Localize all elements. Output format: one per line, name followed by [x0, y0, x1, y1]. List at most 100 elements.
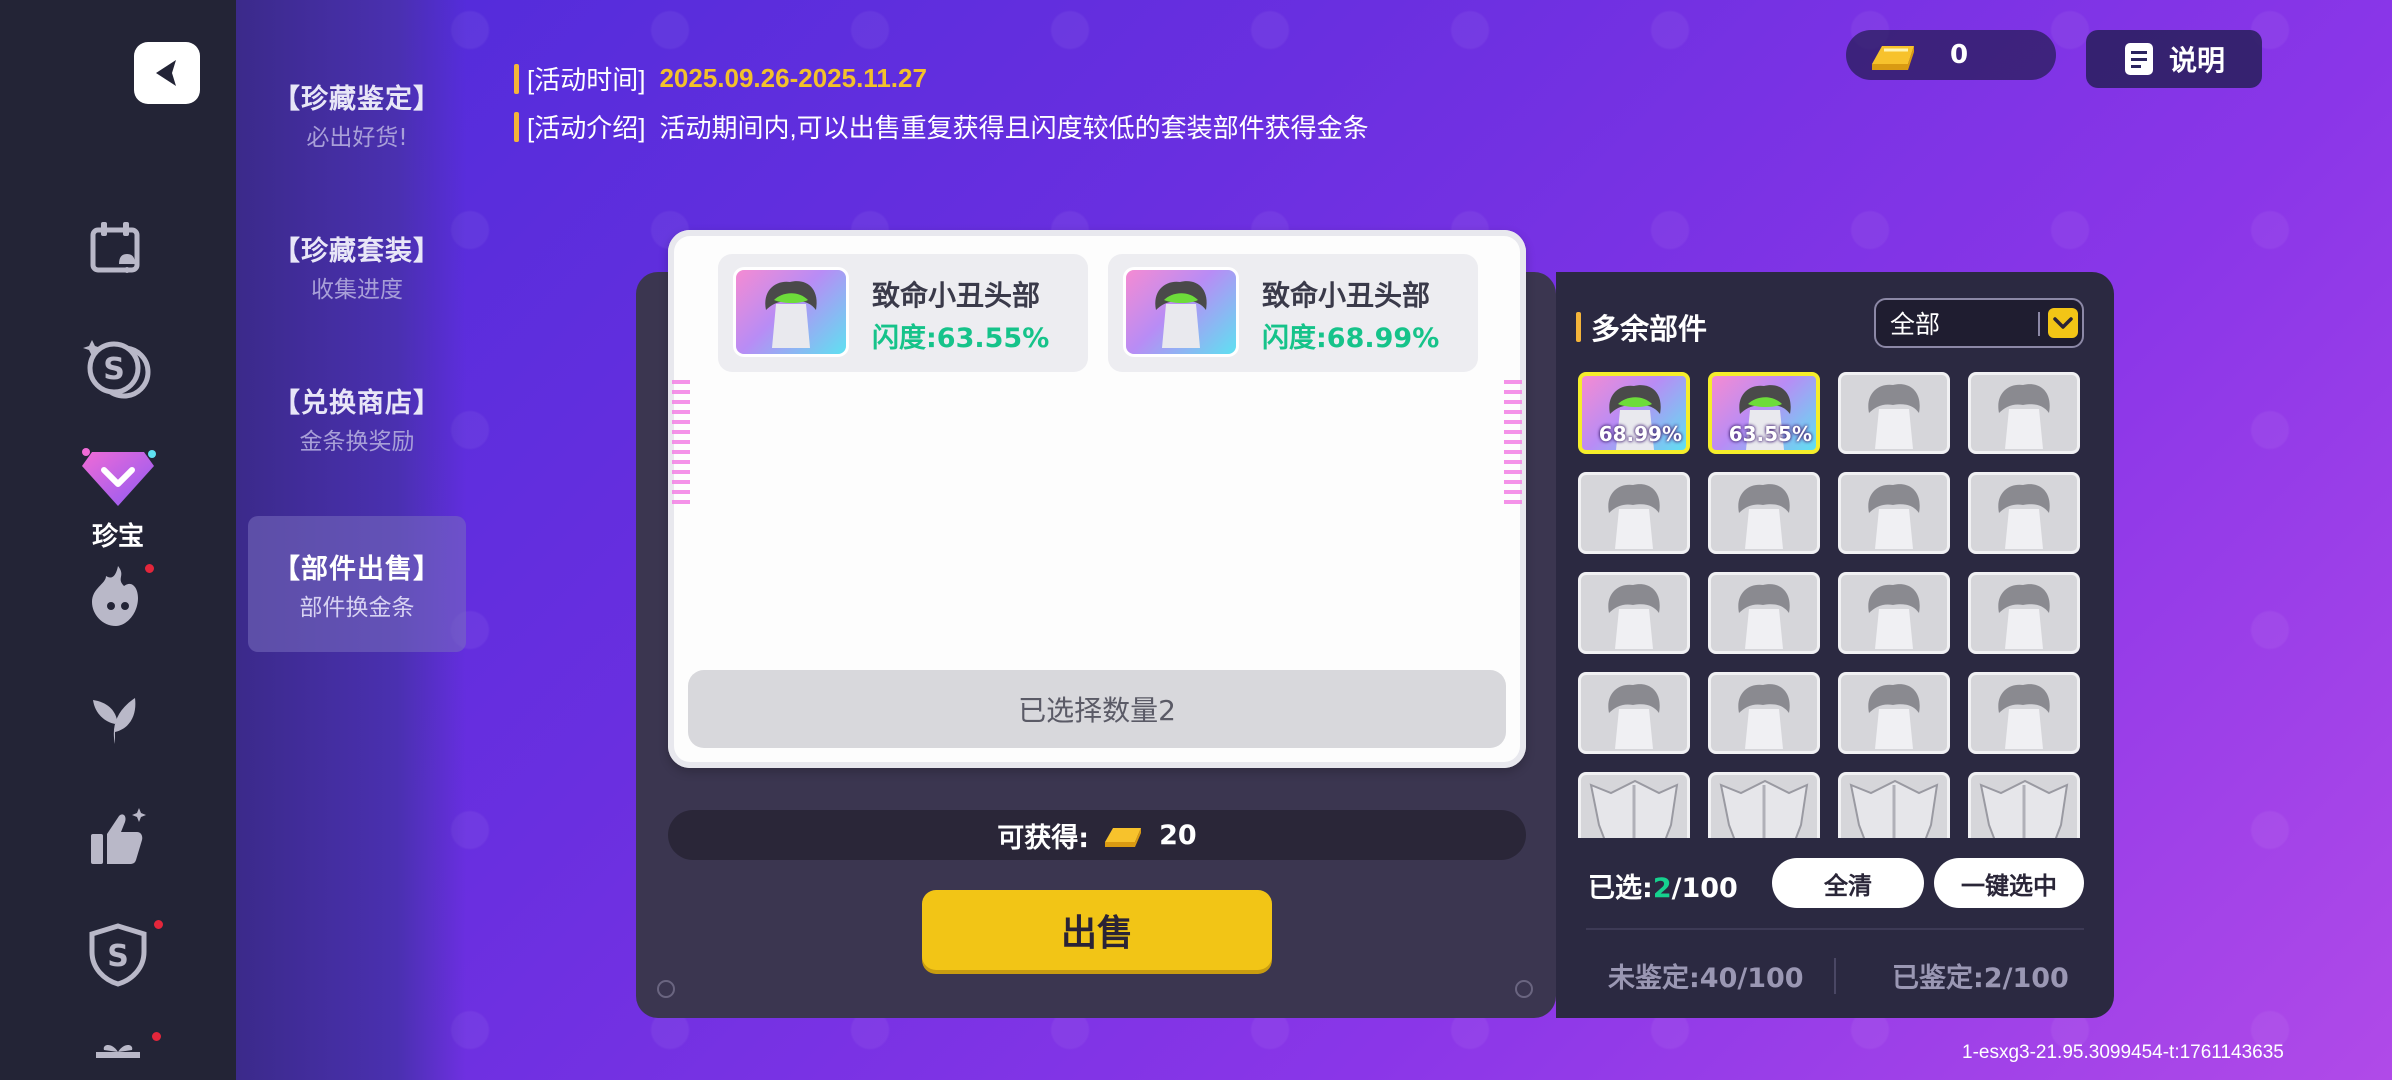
item-name: 致命小丑头部 — [872, 280, 1041, 311]
filter-dropdown[interactable]: 全部 — [1874, 298, 2084, 348]
item-thumbnail — [1126, 270, 1236, 354]
obtain-label: 可获得: — [997, 822, 1090, 854]
inventory-item[interactable] — [1708, 572, 1820, 654]
select-all-button[interactable]: 一键选中 — [1934, 858, 2084, 908]
event-intro-line: [活动介绍] 活动期间内,可以出售重复获得且闪度较低的套装部件获得金条 — [514, 108, 1369, 145]
head-part-icon — [1738, 684, 1790, 749]
inventory-item[interactable] — [1578, 672, 1690, 754]
inventory-item[interactable] — [1578, 572, 1690, 654]
inventory-item[interactable] — [1838, 372, 1950, 454]
head-part-icon — [1998, 384, 2050, 449]
selected-count-bar: 已选择数量2 — [688, 670, 1506, 748]
head-part-icon — [1608, 584, 1660, 649]
gold-count: 0 — [1950, 40, 1969, 70]
accent-bar — [1576, 312, 1581, 342]
sub-item-title: 【珍藏套装】 — [273, 235, 441, 266]
item-thumbnail — [736, 270, 846, 354]
inventory-item[interactable] — [1968, 672, 2080, 754]
inventory-item[interactable] — [1968, 572, 2080, 654]
notification-dot — [150, 1030, 163, 1043]
sub-item-desc: 部件换金条 — [299, 594, 415, 621]
filter-separator — [2038, 312, 2040, 336]
selected-item-card[interactable]: 致命小丑头部 闪度:63.55% — [718, 254, 1088, 372]
rail-character[interactable] — [83, 562, 156, 632]
sub-item-title: 【兑换商店】 — [273, 387, 441, 418]
head-part-icon — [1608, 684, 1660, 749]
inventory-item[interactable] — [1578, 472, 1690, 554]
back-button[interactable] — [134, 42, 200, 104]
sub-menu: 【珍藏鉴定】 必出好货! 【珍藏套装】 收集进度 【兑换商店】 金条换奖励 【部… — [236, 0, 466, 1080]
sub-item-desc: 必出好货! — [306, 124, 408, 151]
side-stripes-left — [672, 380, 690, 510]
rail-coins[interactable]: S — [82, 334, 154, 402]
inventory-item[interactable] — [1708, 672, 1820, 754]
chevron-down-icon — [2048, 308, 2078, 338]
rail-leaf[interactable] — [85, 684, 151, 750]
selected-items-card: 致命小丑头部 闪度:63.55% 致命小丑头部 闪度:68.99% 已选择数量2 — [668, 230, 1526, 768]
sub-item-collection[interactable]: 【珍藏套装】 收集进度 — [248, 198, 466, 334]
item-shine-rate: 闪度:68.99% — [1262, 323, 1440, 354]
corner-dot — [657, 980, 675, 998]
leaf-sprout-icon — [93, 698, 136, 744]
inventory-item[interactable] — [1838, 572, 1950, 654]
inventory-item[interactable] — [1968, 472, 2080, 554]
rail-gift[interactable] — [88, 1030, 163, 1076]
notification-dot — [152, 918, 165, 931]
inventory-item-armor[interactable] — [1968, 772, 2080, 838]
inventory-item-selected[interactable]: 63.55% — [1708, 372, 1820, 454]
accent-bar — [514, 63, 519, 94]
corner-dot — [1515, 980, 1533, 998]
inventory-item-armor[interactable] — [1708, 772, 1820, 838]
clown-head-part-icon — [1155, 281, 1207, 348]
filter-value: 全部 — [1890, 310, 1941, 339]
rail-treasure-label: 珍宝 — [91, 522, 144, 552]
help-button[interactable]: 说明 — [2086, 30, 2262, 88]
svg-text:S: S — [103, 352, 125, 387]
event-intro-label: [活动介绍] — [527, 113, 646, 143]
clown-head-part-icon — [765, 281, 817, 348]
event-time-label: [活动时间] — [527, 65, 646, 95]
inventory-item-selected[interactable]: 68.99% — [1578, 372, 1690, 454]
armor-part-icon — [1719, 779, 1809, 838]
chosen-number: 2 — [1652, 873, 1672, 904]
inventory-item[interactable] — [1708, 472, 1820, 554]
head-part-icon — [1738, 484, 1790, 549]
sub-item-appraisal[interactable]: 【珍藏鉴定】 必出好货! — [248, 46, 466, 182]
head-part-icon — [1868, 484, 1920, 549]
inventory-title-text: 多余部件 — [1591, 314, 1708, 346]
sub-item-desc: 金条换奖励 — [299, 428, 415, 455]
sub-item-part-sale[interactable]: 【部件出售】 部件换金条 — [248, 516, 466, 652]
rail-calendar[interactable] — [87, 218, 149, 280]
head-part-icon — [1608, 484, 1660, 549]
inventory-item[interactable] — [1968, 372, 2080, 454]
head-part-icon — [1868, 584, 1920, 649]
obtain-bar: 可获得: 20 — [668, 810, 1526, 860]
item-shine-rate: 闪度:63.55% — [872, 323, 1050, 354]
rail-treasure[interactable]: 珍宝 — [78, 442, 158, 553]
head-part-icon — [1998, 684, 2050, 749]
gold-balance: 0 — [1846, 30, 2056, 80]
sell-button[interactable]: 出售 — [922, 890, 1272, 970]
event-time-value: 2025.09.26-2025.11.27 — [659, 63, 927, 93]
back-arrow-icon — [156, 60, 176, 86]
inventory-grid: 68.99% 63.55% — [1578, 368, 2098, 838]
clear-all-button[interactable]: 全清 — [1772, 858, 1924, 908]
sub-item-exchange-shop[interactable]: 【兑换商店】 金条换奖励 — [248, 350, 466, 486]
rail-shop[interactable]: S — [82, 918, 165, 988]
vertical-separator — [1834, 958, 1836, 994]
chosen-count: 已选:2/100 — [1588, 866, 1738, 905]
inventory-item-armor[interactable] — [1838, 772, 1950, 838]
inventory-item[interactable] — [1838, 472, 1950, 554]
unidentified-count: 未鉴定:40/100 — [1608, 963, 1804, 994]
rail-like[interactable] — [85, 804, 151, 870]
inventory-item-armor[interactable] — [1578, 772, 1690, 838]
inventory-item[interactable] — [1838, 672, 1950, 754]
selected-item-card[interactable]: 致命小丑头部 闪度:68.99% — [1108, 254, 1478, 372]
diamond-heart-icon — [82, 448, 156, 506]
coins-icon: S — [83, 340, 151, 399]
item-shine-percent: 68.99% — [1598, 422, 1682, 446]
build-id: 1-esxg3-21.95.3099454-t:1761143635 — [1962, 1042, 2284, 1063]
item-shine-percent: 63.55% — [1728, 422, 1812, 446]
help-label: 说明 — [2168, 44, 2225, 77]
identified-count: 已鉴定:2/100 — [1892, 963, 2069, 994]
